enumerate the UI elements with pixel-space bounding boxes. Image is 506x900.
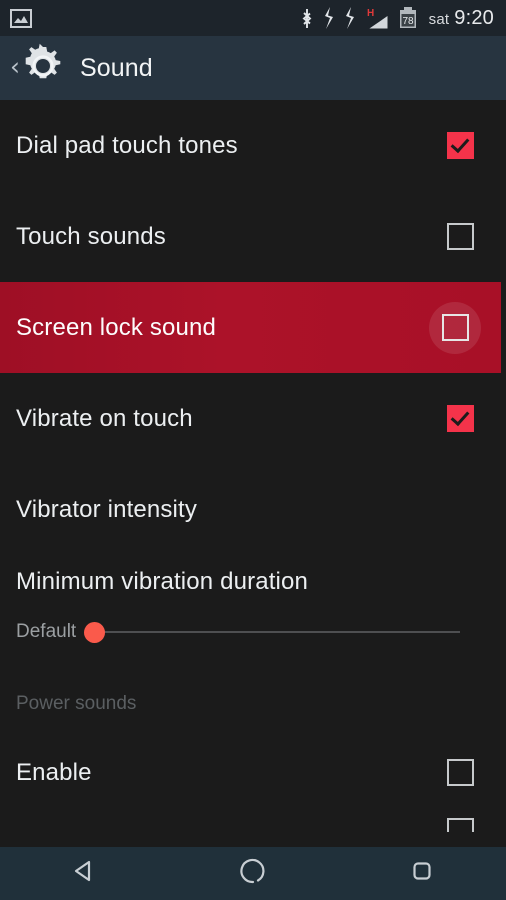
pref-row-vibrator-intensity[interactable]: Vibrator intensity bbox=[0, 464, 506, 555]
pref-label: Touch sounds bbox=[16, 222, 166, 250]
checkbox-unchecked-icon bbox=[441, 314, 469, 341]
pref-label: Dial pad touch tones bbox=[16, 131, 238, 159]
pref-row-vibrate-on-touch[interactable]: Vibrate on touch bbox=[0, 373, 506, 464]
status-bar-notifications bbox=[10, 8, 32, 28]
status-bar-time: 9:20 bbox=[454, 6, 494, 29]
checkbox-screen-lock-sound[interactable] bbox=[427, 300, 483, 356]
pref-label: Minimum vibration duration bbox=[16, 568, 309, 595]
navigation-bar[interactable] bbox=[0, 847, 506, 900]
slider-row-minimum-vibration-duration[interactable]: Default bbox=[0, 609, 506, 655]
slider-thumb[interactable] bbox=[84, 621, 106, 643]
checkbox-unchecked-icon bbox=[446, 818, 474, 832]
recents-button[interactable] bbox=[372, 847, 472, 900]
status-bar[interactable]: H 78 sat 9:20 bbox=[0, 0, 506, 36]
checkbox-unchecked-icon bbox=[446, 759, 474, 786]
checkbox-checked-icon bbox=[446, 405, 474, 432]
recents-square-icon bbox=[408, 857, 436, 890]
vibrate-icon bbox=[323, 7, 335, 29]
signal-h-icon: H bbox=[365, 7, 389, 29]
bluetooth-icon bbox=[300, 8, 314, 29]
checkbox-touch-sounds[interactable] bbox=[432, 209, 488, 265]
pref-row-enable[interactable]: Enable bbox=[0, 727, 506, 818]
vibration-duration-slider[interactable] bbox=[84, 615, 460, 649]
pref-label: Vibrator intensity bbox=[16, 495, 198, 523]
pref-row-touch-sounds[interactable]: Touch sounds bbox=[0, 191, 506, 282]
battery-icon: 78 bbox=[398, 7, 418, 29]
pref-label: Enable bbox=[16, 758, 92, 786]
checkbox-unchecked-icon bbox=[446, 223, 474, 250]
back-triangle-icon bbox=[70, 857, 98, 890]
checkbox-checked-icon bbox=[446, 132, 474, 159]
svg-text:H: H bbox=[367, 8, 374, 19]
vibrate-icon-2 bbox=[344, 7, 356, 29]
section-header-label: Power sounds bbox=[16, 693, 137, 714]
status-bar-day: sat bbox=[428, 10, 450, 28]
slider-track bbox=[86, 631, 460, 633]
action-bar: ‹ Sound bbox=[0, 36, 506, 100]
checkbox-enable[interactable] bbox=[432, 745, 488, 801]
pref-label: Screen lock sound bbox=[16, 313, 216, 341]
slider-value-label: Default bbox=[16, 621, 77, 642]
checkbox-dial-pad-touch-tones[interactable] bbox=[432, 118, 488, 174]
status-bar-clock: sat 9:20 bbox=[427, 7, 494, 30]
home-button[interactable] bbox=[203, 847, 303, 900]
pref-label: Vibrate on touch bbox=[16, 404, 193, 432]
pref-row-partial-next[interactable] bbox=[0, 818, 506, 832]
android-settings-screen: H 78 sat 9:20 ‹ Sound Dial pad touch ton… bbox=[0, 0, 506, 900]
pref-row-screen-lock-sound[interactable]: Screen lock sound bbox=[0, 282, 501, 373]
back-button[interactable] bbox=[34, 847, 134, 900]
pref-row-minimum-vibration-duration[interactable]: Minimum vibration duration bbox=[0, 555, 506, 609]
section-header-power-sounds: Power sounds bbox=[0, 655, 506, 727]
gear-icon[interactable] bbox=[20, 43, 66, 94]
checkbox-partial-next[interactable] bbox=[432, 818, 488, 832]
screenshot-image-icon bbox=[10, 8, 32, 28]
page-title: Sound bbox=[80, 53, 153, 82]
settings-list[interactable]: Dial pad touch tones Touch sounds Screen… bbox=[0, 100, 506, 847]
home-circle-icon bbox=[239, 857, 267, 890]
pref-row-dial-pad-touch-tones[interactable]: Dial pad touch tones bbox=[0, 100, 506, 191]
status-bar-system-icons: H 78 sat 9:20 bbox=[300, 7, 494, 30]
svg-text:78: 78 bbox=[402, 16, 414, 27]
checkbox-vibrate-on-touch[interactable] bbox=[432, 391, 488, 447]
